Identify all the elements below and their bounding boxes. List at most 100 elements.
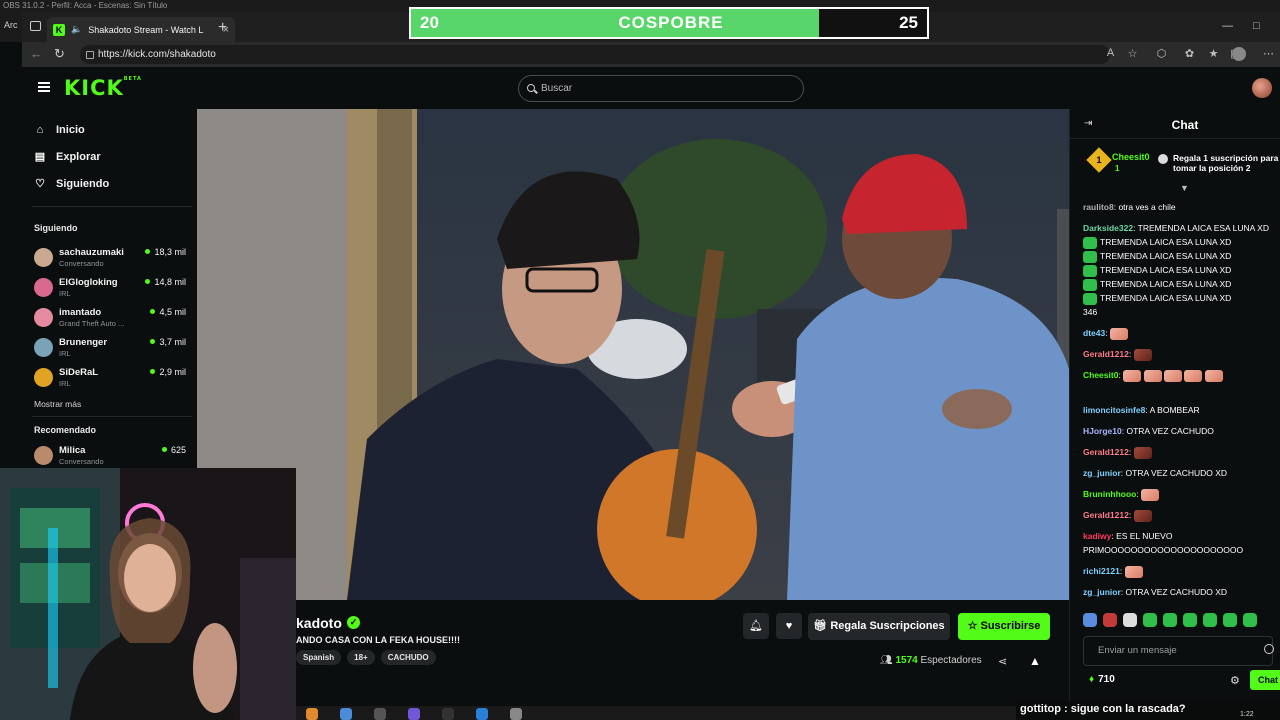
nav-explorar[interactable]: ▤ Explorar: [34, 151, 101, 163]
emote-icon[interactable]: [1143, 613, 1157, 627]
chat-username[interactable]: limoncitosinfe8: [1083, 405, 1145, 415]
emoji-picker-icon[interactable]: [1264, 644, 1274, 654]
emote-icon[interactable]: [1103, 613, 1117, 627]
chat-text: A BOMBEAR: [1149, 405, 1200, 415]
emote-icon[interactable]: [1203, 613, 1217, 627]
share-icon[interactable]: ⋖: [998, 655, 1007, 668]
video-player[interactable]: [197, 109, 1069, 600]
channel-category: Conversando: [59, 457, 104, 466]
vpn-icon[interactable]: ✿: [1183, 47, 1196, 60]
expand-pinned-icon[interactable]: ▼: [1180, 183, 1189, 193]
taskbar-app-icon[interactable]: [374, 708, 386, 720]
gift-subs-button[interactable]: 🎁︎ Regala Suscripciones: [808, 613, 950, 640]
chat-username[interactable]: Gerald1212: [1083, 510, 1129, 520]
chat-username[interactable]: Bruninhhooo: [1083, 489, 1136, 499]
emote-image: [1204, 369, 1223, 382]
scoreboard-right-score: 25: [899, 13, 918, 32]
chat-username[interactable]: zg_junior: [1083, 587, 1121, 597]
chat-text: PRIMOOOOOOOOOOOOOOOOOOOOO: [1083, 545, 1244, 555]
chat-message-input[interactable]: Enviar un mensaje: [1083, 636, 1273, 666]
tab-actions-icon[interactable]: [30, 21, 41, 31]
nav-siguiendo[interactable]: ♡ Siguiendo: [34, 178, 109, 190]
chat-username[interactable]: HJorge10: [1083, 426, 1122, 436]
chat-username[interactable]: raulito8: [1083, 202, 1114, 212]
channel-points[interactable]: 710: [1089, 674, 1115, 685]
chat-panel: ⇥ Chat 1 Cheesit0 1 Regala 1 suscripción…: [1069, 109, 1280, 720]
follow-heart-icon[interactable]: ♥: [776, 613, 802, 639]
emote-icon[interactable]: [1163, 613, 1177, 627]
emote-icon[interactable]: [1223, 613, 1237, 627]
following-channel[interactable]: ElGlogloking IRL 14,8 mil: [34, 275, 186, 299]
search-input[interactable]: Buscar: [518, 75, 804, 102]
hamburger-menu-icon[interactable]: [38, 82, 50, 92]
read-aloud-icon[interactable]: A: [1104, 47, 1117, 60]
favorite-star-icon[interactable]: ☆: [1126, 47, 1139, 60]
speaker-icon[interactable]: 🔈: [71, 24, 82, 35]
tag-language[interactable]: Spanish: [296, 650, 342, 665]
emote-image: [1184, 369, 1203, 382]
chat-message: dte43:: [1083, 326, 1280, 340]
chat-text: TREMENDA LAICA ESA LUNA XD: [1100, 237, 1232, 247]
kick-logo[interactable]: KICKBETA: [64, 76, 142, 100]
scoreboard-overlay: 20 COSPOBRE 25: [409, 7, 929, 39]
webcam-overlay: [0, 468, 296, 720]
new-tab-icon[interactable]: +: [218, 19, 227, 37]
pinned-gift[interactable]: 1 Cheesit0 1 Regala 1 suscripción para t…: [1070, 144, 1280, 186]
taskbar-app-icon[interactable]: [340, 708, 352, 720]
send-chat-button[interactable]: Chat: [1250, 670, 1280, 690]
scoreboard-label: COSPOBRE: [618, 13, 724, 32]
user-avatar[interactable]: [1252, 78, 1272, 98]
emote-icon[interactable]: [1083, 613, 1097, 627]
more-menu-icon[interactable]: ⋯: [1262, 47, 1275, 60]
chat-username[interactable]: richi2121: [1083, 566, 1120, 576]
sidebar-divider: [32, 416, 192, 417]
favorites-icon[interactable]: ★: [1207, 47, 1220, 60]
channel-name: Milica: [59, 445, 86, 456]
following-channel[interactable]: sachauzumaki Conversando 18,3 mil: [34, 245, 186, 269]
show-more-link[interactable]: Mostrar más: [34, 399, 81, 409]
taskbar-app-icon[interactable]: [306, 708, 318, 720]
chat-username[interactable]: kadiwy: [1083, 531, 1111, 541]
emote-image: [1083, 236, 1097, 249]
tag-mature[interactable]: 18+: [347, 650, 375, 665]
following-channel[interactable]: Brunenger IRL 3,7 mil: [34, 335, 186, 359]
taskbar-app-icon[interactable]: [476, 708, 488, 720]
reload-icon[interactable]: ↻: [54, 46, 65, 62]
subscribe-button[interactable]: ☆ Suscribirse: [958, 613, 1050, 640]
emote-icon[interactable]: [1183, 613, 1197, 627]
browser-tab-active[interactable]: K 🔈 Shakadoto Stream - Watch L ×: [47, 17, 235, 42]
chat-username[interactable]: Cheesit0: [1083, 370, 1118, 380]
profile-icon[interactable]: [1232, 47, 1246, 61]
sidebar-divider: [32, 206, 192, 207]
nav-inicio[interactable]: ⌂ Inicio: [34, 124, 85, 136]
maximize-icon[interactable]: □: [1253, 20, 1260, 32]
minimize-icon[interactable]: —: [1222, 20, 1233, 32]
taskbar-app-icon[interactable]: [408, 708, 420, 720]
stream-info: kadoto ✓ ANDO CASA CON LA FEKA HOUSE!!!!…: [197, 600, 1069, 720]
chat-username[interactable]: Gerald1212: [1083, 349, 1129, 359]
report-icon[interactable]: ▲: [1029, 654, 1041, 668]
taskbar-app-icon[interactable]: [442, 708, 454, 720]
emote-icon[interactable]: [1123, 613, 1137, 627]
chat-message: Gerald1212:: [1083, 445, 1280, 459]
recommended-channel[interactable]: Milica Conversando 625: [34, 443, 186, 467]
pinned-user[interactable]: Cheesit0: [1112, 152, 1150, 162]
channel-avatar: [34, 248, 53, 267]
extensions-icon[interactable]: ⬡: [1155, 47, 1168, 60]
notification-bell-icon[interactable]: 🔔︎: [743, 613, 769, 639]
chat-username[interactable]: Darkside322: [1083, 223, 1133, 233]
back-icon[interactable]: ←: [30, 46, 43, 61]
chat-username[interactable]: zg_junior: [1083, 468, 1121, 478]
chat-username[interactable]: Gerald1212: [1083, 447, 1129, 457]
taskbar-app-icon[interactable]: [510, 708, 522, 720]
streamer-name[interactable]: kadoto: [296, 615, 342, 631]
following-channel[interactable]: SiDeRaL IRL 2,9 mil: [34, 365, 186, 389]
kick-header: KICKBETA Buscar: [22, 67, 1280, 109]
emote-icon[interactable]: [1243, 613, 1257, 627]
kick-favicon-icon: K: [53, 23, 65, 36]
following-channel[interactable]: imantado Grand Theft Auto ... 4,5 mil: [34, 305, 186, 329]
url-field[interactable]: https://kick.com/shakadoto: [80, 45, 1110, 64]
chat-username[interactable]: dte43: [1083, 328, 1105, 338]
tag-custom[interactable]: CACHUDO: [380, 650, 436, 665]
chat-settings-gear-icon[interactable]: ⚙: [1230, 674, 1240, 687]
